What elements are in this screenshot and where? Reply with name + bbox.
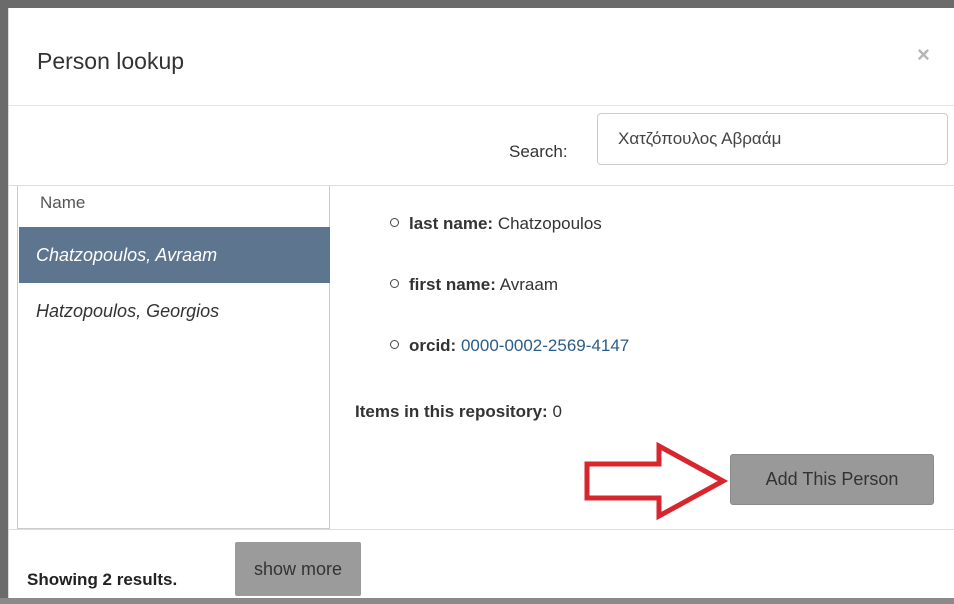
show-more-button[interactable]: show more [235, 542, 361, 596]
add-person-button[interactable]: Add This Person [730, 454, 934, 505]
list-item-label: Chatzopoulos, Avraam [36, 245, 218, 265]
detail-label: first name: [409, 275, 496, 294]
items-value: 0 [552, 402, 562, 421]
items-count: Items in this repository: 0 [355, 402, 562, 422]
results-list: Name Chatzopoulos, Avraam Hatzopoulos, G… [17, 186, 330, 529]
detail-first-name: first name: Avraam [390, 275, 558, 295]
window-frame-top [0, 0, 954, 8]
search-input[interactable] [597, 113, 948, 165]
arrow-annotation-icon [584, 442, 729, 520]
close-icon[interactable]: × [917, 42, 930, 68]
orcid-link[interactable]: 0000-0002-2569-4147 [461, 336, 629, 355]
detail-orcid: orcid: 0000-0002-2569-4147 [390, 336, 629, 356]
bullet-icon [390, 340, 399, 349]
list-column-header: Name [40, 193, 86, 212]
detail-last-name: last name: Chatzopoulos [390, 214, 602, 234]
bullet-icon [390, 218, 399, 227]
detail-label: orcid: [409, 336, 457, 355]
items-label: Items in this repository: [355, 402, 548, 421]
dialog-title: Person lookup [37, 48, 185, 74]
window-frame-left [0, 0, 8, 604]
list-item-label: Hatzopoulos, Georgios [36, 301, 220, 321]
list-item-selected[interactable]: Chatzopoulos, Avraam [19, 227, 330, 283]
detail-value: Chatzopoulos [497, 214, 602, 233]
detail-label: last name: [409, 214, 494, 233]
search-label: Search: [509, 142, 568, 161]
list-item[interactable]: Hatzopoulos, Georgios [19, 283, 330, 339]
bullet-icon [390, 279, 399, 288]
person-lookup-dialog: Person lookup × Search: Name Chatzopoulo… [8, 8, 954, 598]
window-frame-bottom [0, 598, 954, 604]
results-count: Showing 2 results. [27, 570, 178, 589]
detail-value: Avraam [499, 275, 558, 294]
dialog-header: Person lookup × [9, 8, 954, 106]
